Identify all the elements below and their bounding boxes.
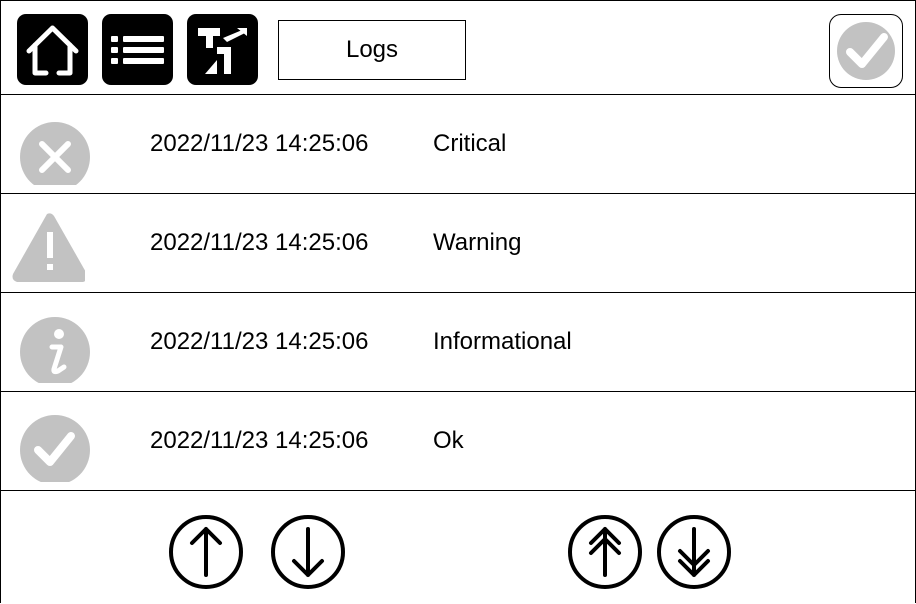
log-level: Warning: [433, 229, 522, 256]
home-button[interactable]: [17, 14, 88, 85]
arrow-down-icon[interactable]: [269, 513, 347, 591]
log-row[interactable]: 2022/11/23 14:25:06 Informational: [1, 293, 915, 392]
log-level: Ok: [433, 427, 464, 454]
log-timestamp: 2022/11/23 14:25:06: [150, 229, 369, 256]
header-bar: Logs: [1, 1, 915, 95]
log-timestamp: 2022/11/23 14:25:06: [150, 427, 369, 454]
menu-list-icon: [111, 36, 164, 64]
navigation-bar: [1, 491, 915, 603]
arrow-up-icon[interactable]: [167, 513, 245, 591]
log-row[interactable]: 2022/11/23 14:25:06 Warning: [1, 194, 915, 293]
double-arrow-down-icon[interactable]: [655, 513, 733, 591]
log-level: Informational: [433, 328, 572, 355]
page-title-text: Logs: [345, 36, 399, 63]
warning-triangle-icon: [12, 213, 85, 282]
ok-check-icon: [20, 415, 90, 482]
logs-screen: Logs 2022/11/23 14:25:06 Critical 2022/1…: [0, 0, 916, 603]
checkmark-icon: [837, 22, 895, 80]
critical-x-icon: [20, 122, 90, 185]
double-arrow-up-icon[interactable]: [566, 513, 644, 591]
confirm-button[interactable]: [829, 14, 903, 88]
info-icon: [20, 317, 90, 383]
tools-icon: [198, 28, 247, 74]
log-row[interactable]: 2022/11/23 14:25:06 Ok: [1, 392, 915, 491]
log-timestamp: 2022/11/23 14:25:06: [150, 130, 369, 157]
log-row[interactable]: 2022/11/23 14:25:06 Critical: [1, 95, 915, 194]
log-timestamp: 2022/11/23 14:25:06: [150, 328, 369, 355]
menu-button[interactable]: [102, 14, 173, 85]
home-icon: [26, 25, 79, 76]
page-title: Logs: [278, 20, 466, 80]
log-level: Critical: [433, 130, 507, 157]
tools-button[interactable]: [187, 14, 258, 85]
